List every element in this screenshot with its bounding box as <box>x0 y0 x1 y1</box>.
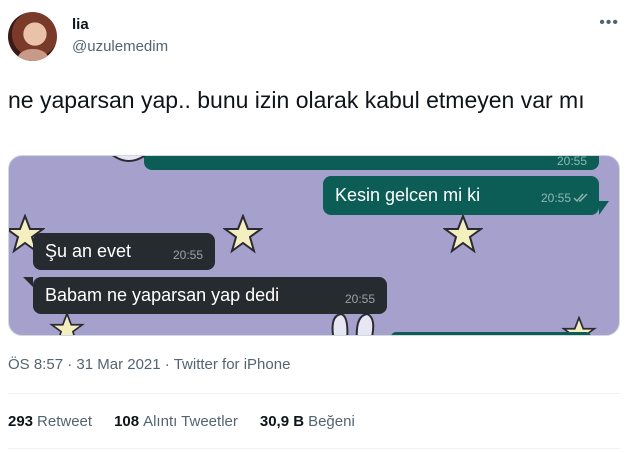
tweet-timestamp: ÖS 8:57 · 31 Mar 2021 · Twitter for iPho… <box>8 356 290 373</box>
more-icon[interactable]: ••• <box>599 14 619 32</box>
likes-count: 30,9 B <box>259 413 305 430</box>
avatar[interactable] <box>8 12 57 61</box>
likes-label: Beğeni <box>308 413 355 430</box>
likes-stat[interactable]: 30,9 B Beğeni <box>260 413 355 430</box>
separator: · <box>67 356 73 373</box>
message-text: Şu an evet <box>45 241 132 261</box>
chat-bubble-outgoing: Kesin gelcen mi ki 20:55 <box>323 176 599 215</box>
retweets-stat[interactable]: 293 Retweet <box>8 413 92 430</box>
tweet-date[interactable]: 31 Mar 2021 <box>76 356 160 373</box>
chat-bubble-incoming: Babam ne yaparsan yap dedi 20:55 <box>33 277 387 314</box>
retweets-label: Retweet <box>37 413 93 430</box>
bubble-tail <box>23 277 33 287</box>
partial-chat-bubble <box>391 332 591 335</box>
user-handle[interactable]: @uzulemedim <box>72 38 168 55</box>
display-name[interactable]: lia <box>72 16 89 33</box>
double-check-icon <box>573 193 588 203</box>
star-icon <box>443 214 483 254</box>
bubble-tail <box>599 201 609 215</box>
partial-message-time: 20:55 <box>556 155 587 168</box>
message-time: 20:55 <box>540 191 571 205</box>
tweet-stats: 293 Retweet 108 Alıntı Tweetler 30,9 B Beğe… <box>8 413 355 430</box>
message-time: 20:55 <box>344 292 375 306</box>
quote-tweets-count: 108 <box>114 413 140 430</box>
quote-tweets-stat[interactable]: 108 Alıntı Tweetler <box>114 413 238 430</box>
cloud-doodle-icon <box>112 156 146 162</box>
tweet-time[interactable]: ÖS 8:57 <box>8 356 63 373</box>
tweet-source-link[interactable]: Twitter for iPhone <box>174 356 291 373</box>
chat-bubble-incoming: Şu an evet 20:55 <box>33 233 215 270</box>
divider <box>8 393 620 394</box>
star-icon <box>223 214 263 254</box>
star-icon <box>49 312 85 335</box>
quote-tweets-label: Alıntı Tweetler <box>143 413 238 430</box>
tweet-header: lia @uzulemedim ••• <box>0 0 635 72</box>
tweet-text: ne yaparsan yap.. bunu izin olarak kabul… <box>8 87 585 113</box>
retweets-count: 293 <box>8 413 34 430</box>
message-time: 20:55 <box>172 248 203 262</box>
partial-chat-bubble: 20:55 <box>144 155 599 170</box>
tweet-media-image[interactable]: 20:55 Kesin gelcen mi ki 20:55 Şu an eve… <box>8 155 620 336</box>
message-text: Kesin gelcen mi ki <box>335 185 481 205</box>
separator: · <box>164 356 170 373</box>
divider <box>8 448 620 449</box>
message-text: Babam ne yaparsan yap dedi <box>45 285 280 305</box>
